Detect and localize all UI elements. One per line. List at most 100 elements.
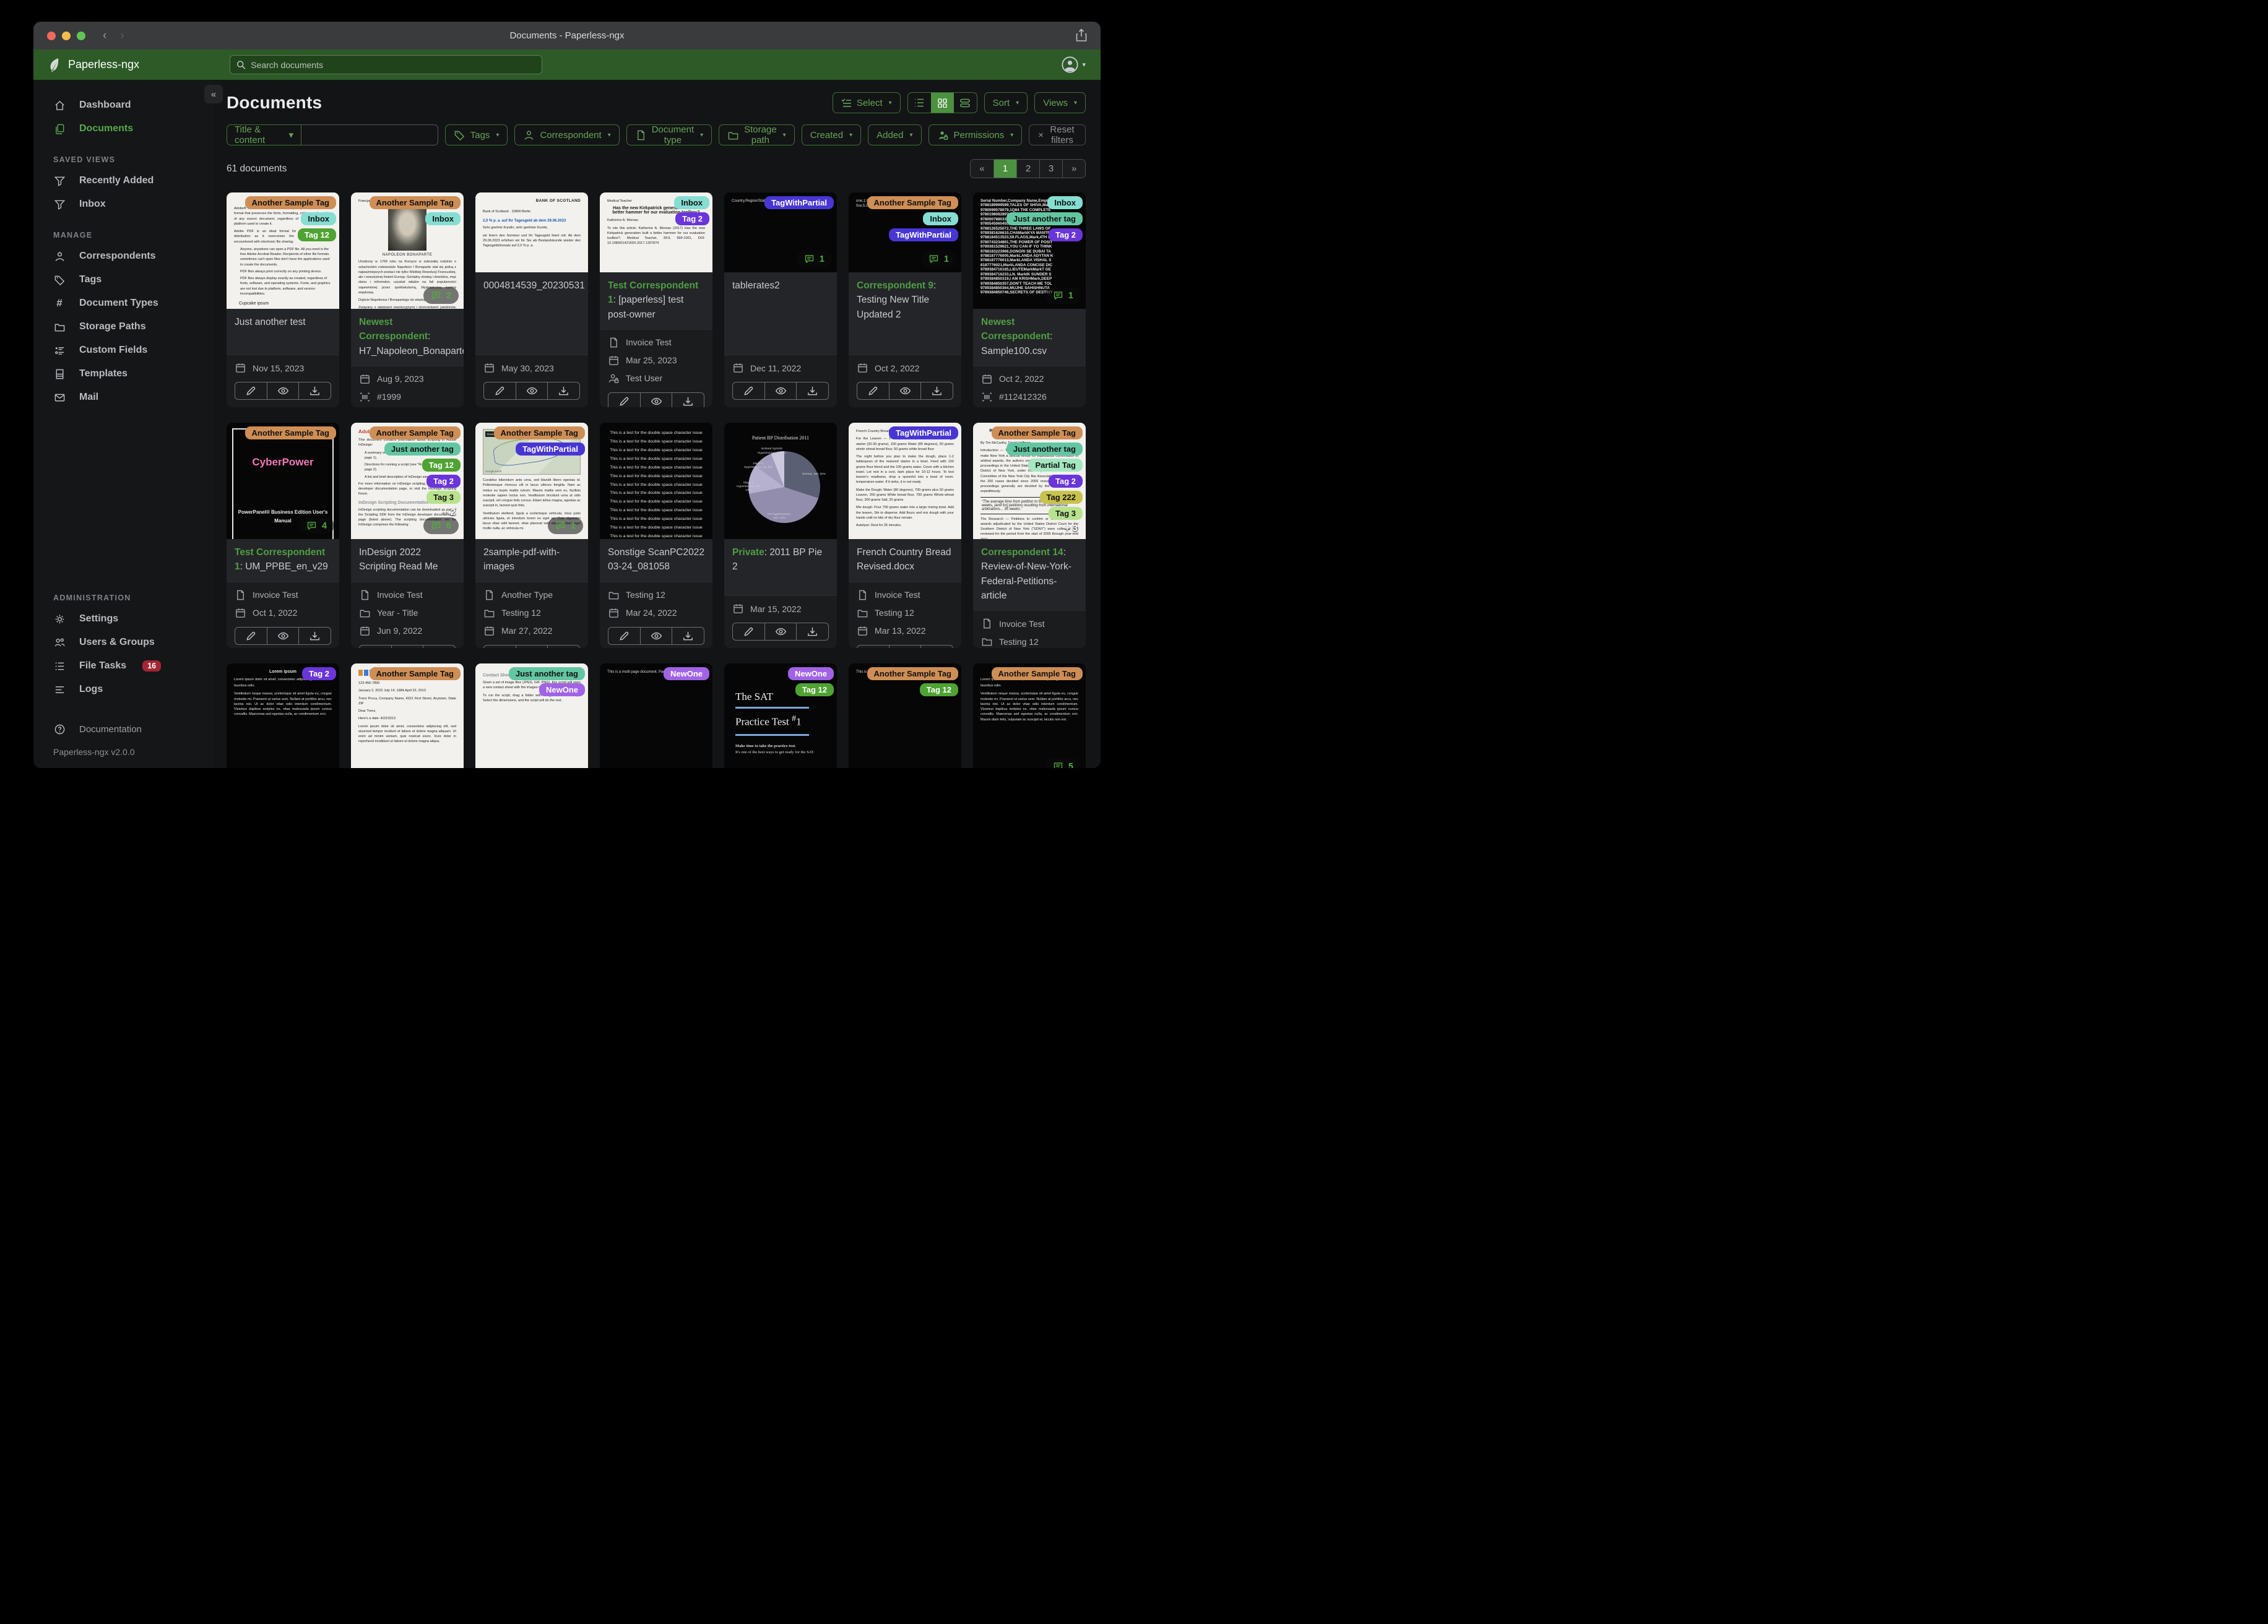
- document-card[interactable]: Lorem ipsumLorem ipsum dolor sit amet, c…: [227, 663, 339, 768]
- download-button[interactable]: [299, 382, 332, 400]
- document-card[interactable]: Test Name123-456-7890January 2, 2022 Jul…: [351, 663, 464, 768]
- tag-pill[interactable]: Tag 3: [1049, 507, 1083, 520]
- document-title[interactable]: 2sample-pdf-with-images: [483, 545, 580, 574]
- tag-pill[interactable]: TagWithPartial: [889, 228, 958, 241]
- filter-correspondent-button[interactable]: Correspondent ▾: [514, 124, 620, 145]
- edit-button[interactable]: [608, 626, 641, 645]
- tag-pill[interactable]: Another Sample Tag: [369, 196, 461, 209]
- download-button[interactable]: [423, 644, 456, 648]
- tag-pill[interactable]: Tag 222: [1039, 491, 1083, 504]
- user-menu[interactable]: ▾: [1062, 56, 1086, 73]
- document-title[interactable]: tablerates2: [732, 279, 829, 293]
- page-1-button[interactable]: 1: [993, 160, 1016, 178]
- tag-pill[interactable]: Tag 2: [1049, 475, 1083, 488]
- sidebar-item-document-types[interactable]: # Document Types: [33, 292, 214, 315]
- sidebar-item-correspondents[interactable]: Correspondents: [33, 244, 214, 268]
- tag-pill[interactable]: TagWithPartial: [764, 196, 834, 209]
- tag-pill[interactable]: Another Sample Tag: [245, 196, 336, 209]
- correspondent-link[interactable]: Correspondent 14: [981, 547, 1063, 558]
- tag-pill[interactable]: NewOne: [787, 667, 834, 680]
- document-card[interactable]: Serial Number,Company Name,Employ 9788189…: [973, 192, 1086, 407]
- filter-document-type-button[interactable]: Document type ▾: [626, 124, 712, 145]
- download-button[interactable]: [672, 626, 705, 645]
- select-button[interactable]: Select ▾: [832, 92, 901, 113]
- tag-pill[interactable]: Tag 2: [675, 212, 709, 225]
- search-input[interactable]: [251, 59, 535, 70]
- correspondent-link[interactable]: Newest Correspondent: [981, 317, 1050, 342]
- tag-pill[interactable]: NewOne: [539, 683, 585, 696]
- filter-added-button[interactable]: Added ▾: [868, 124, 922, 145]
- edit-button[interactable]: [857, 644, 889, 648]
- view-cards-toggle[interactable]: [954, 93, 977, 113]
- sidebar-item-file-tasks[interactable]: File Tasks 16: [33, 654, 214, 678]
- edit-button[interactable]: [483, 382, 516, 400]
- tag-pill[interactable]: Another Sample Tag: [493, 426, 585, 439]
- document-card[interactable]: Francja pod r. NAPOLEON BONAPARTE Urodzony…: [351, 192, 464, 407]
- document-title[interactable]: French Country Bread Revised.docx: [857, 545, 953, 574]
- view-button[interactable]: [764, 623, 797, 641]
- download-button[interactable]: [797, 382, 829, 400]
- document-card[interactable]: Review of Arbitral Awards Shows Swift Re…: [973, 423, 1086, 648]
- correspondent-link[interactable]: Correspondent 9: [857, 280, 933, 291]
- sidebar-item-documentation[interactable]: Documentation: [33, 717, 214, 741]
- document-card[interactable]: This is a multi page document. Page 1. Ne…: [600, 663, 712, 768]
- page-3-button[interactable]: 3: [1039, 160, 1062, 178]
- tag-pill[interactable]: TagWithPartial: [516, 443, 585, 456]
- comments-badge[interactable]: 1: [920, 251, 956, 267]
- document-card[interactable]: Boundary Waters TripGoogle EarthCurabitu…: [475, 423, 588, 648]
- tag-pill[interactable]: Just another tag: [1006, 443, 1083, 456]
- page-next-button[interactable]: »: [1062, 160, 1085, 178]
- comments-badge[interactable]: 6: [423, 517, 459, 534]
- sidebar-item-documents[interactable]: Documents: [33, 117, 214, 140]
- edit-button[interactable]: [857, 382, 889, 400]
- correspondent-link[interactable]: Test Correspondent 1: [608, 280, 698, 305]
- download-button[interactable]: [548, 644, 581, 648]
- tag-pill[interactable]: Another Sample Tag: [991, 426, 1083, 439]
- edit-button[interactable]: [732, 382, 765, 400]
- sidebar-item-settings[interactable]: Settings: [33, 607, 214, 631]
- document-title[interactable]: Newest Correspondent: H7_Napoleon_Bonapa…: [359, 315, 464, 358]
- tag-pill[interactable]: Tag 12: [795, 683, 834, 696]
- comments-badge[interactable]: 1: [547, 517, 583, 534]
- sidebar-item-users-groups[interactable]: Users & Groups: [33, 631, 214, 654]
- download-button[interactable]: [672, 392, 705, 407]
- document-title[interactable]: Just another test: [235, 315, 331, 329]
- comments-badge[interactable]: 4: [298, 517, 334, 534]
- tag-pill[interactable]: Partial Tag: [1028, 459, 1083, 472]
- tag-pill[interactable]: Tag 12: [919, 683, 958, 696]
- download-button[interactable]: [797, 623, 829, 641]
- document-title[interactable]: 0004814539_20230531: [483, 279, 585, 293]
- document-title[interactable]: Test Correspondent 1: UM_PPBE_en_v29: [235, 545, 331, 574]
- document-card[interactable]: This is a test Another Sample Tag Tag 12: [849, 663, 961, 768]
- document-title[interactable]: Sonstige ScanPC2022 03-24_081058: [608, 545, 704, 574]
- view-button[interactable]: [764, 382, 797, 400]
- document-card[interactable]: Country,Region/State,"T TagWithPartial 1 ta…: [724, 192, 837, 407]
- tag-pill[interactable]: Tag 2: [302, 667, 336, 680]
- tag-pill[interactable]: Just another tag: [1006, 212, 1083, 225]
- correspondent-link[interactable]: Newest Correspondent: [359, 317, 428, 342]
- comments-badge[interactable]: 5: [1045, 758, 1081, 768]
- page-2-button[interactable]: 2: [1016, 160, 1039, 178]
- sidebar-item-tags[interactable]: Tags: [33, 268, 214, 292]
- comments-badge[interactable]: 2: [423, 287, 459, 304]
- tag-pill[interactable]: Inbox: [301, 212, 336, 225]
- tag-pill[interactable]: Tag 12: [297, 228, 336, 241]
- document-title[interactable]: Correspondent 9: Testing New Title Updat…: [857, 279, 953, 322]
- document-title[interactable]: Newest Correspondent: Sample100.csv: [981, 315, 1078, 358]
- comments-badge[interactable]: 1: [1045, 287, 1081, 304]
- view-button[interactable]: [640, 626, 673, 645]
- tag-pill[interactable]: Inbox: [923, 212, 958, 225]
- tag-pill[interactable]: NewOne: [663, 667, 709, 680]
- document-title[interactable]: Private: 2011 BP Pie 2: [732, 545, 829, 574]
- document-card[interactable]: one,1.0 five,5.0 Another Sample Tag Inbox Ta…: [849, 192, 961, 407]
- edit-button[interactable]: [235, 382, 267, 400]
- share-icon[interactable]: [1075, 28, 1088, 43]
- sidebar-collapse-button[interactable]: «: [204, 85, 223, 103]
- document-card[interactable]: Patient BP Distribution 2011 Normal, 150,…: [724, 423, 837, 648]
- view-button[interactable]: [391, 644, 424, 648]
- filter-storage-path-button[interactable]: Storage path ▾: [719, 124, 795, 145]
- tag-pill[interactable]: Another Sample Tag: [867, 196, 958, 209]
- tag-pill[interactable]: Inbox: [425, 212, 461, 225]
- document-card[interactable]: The SAT Practice Test #1 Make time to take…: [724, 663, 837, 768]
- view-list-toggle[interactable]: [908, 93, 931, 113]
